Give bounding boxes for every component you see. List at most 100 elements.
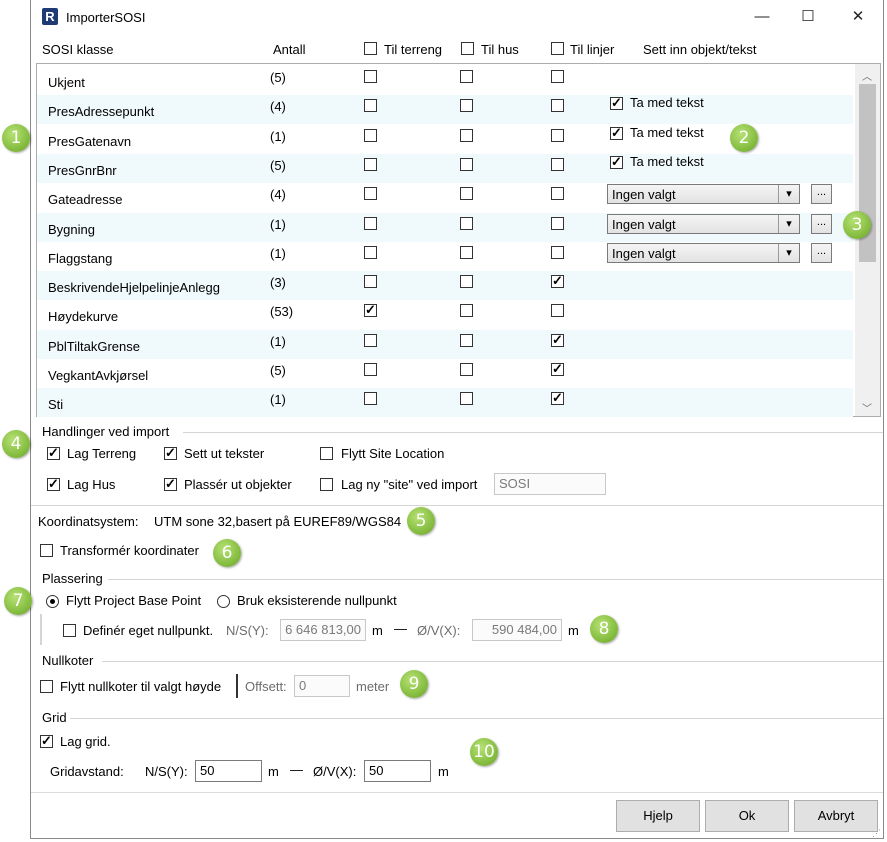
row-til-terreng-checkbox[interactable] — [364, 392, 377, 405]
header-til-terreng-checkbox[interactable] — [364, 42, 377, 55]
row-til-hus-checkbox[interactable] — [460, 187, 473, 200]
header-til-hus: Til hus — [481, 42, 519, 57]
row-til-terreng-checkbox[interactable] — [364, 275, 377, 288]
table-row[interactable] — [37, 359, 853, 388]
chevron-down-icon[interactable]: ▾ — [778, 185, 799, 203]
plassering-ns-input[interactable]: 6 646 813,00 — [280, 619, 366, 641]
row-til-hus-checkbox[interactable] — [460, 246, 473, 259]
offsett-input[interactable]: 0 — [294, 675, 350, 697]
row-til-linjer-checkbox[interactable] — [551, 187, 564, 200]
row-object-combo[interactable]: Ingen valgt ▾ — [607, 184, 800, 204]
row-til-terreng-checkbox[interactable] — [364, 334, 377, 347]
offsett-label: Offsett: — [245, 679, 287, 694]
row-til-linjer-checkbox[interactable] — [551, 246, 564, 259]
avbryt-button[interactable]: Avbryt — [794, 800, 878, 832]
row-til-linjer-checkbox[interactable] — [551, 70, 564, 83]
flytt-pbp-label: Flytt Project Base Point — [66, 593, 202, 608]
row-til-hus-checkbox[interactable] — [460, 217, 473, 230]
header-sett-inn: Sett inn objekt/tekst — [643, 42, 757, 57]
lag-grid-checkbox[interactable] — [40, 733, 53, 749]
row-til-linjer-checkbox[interactable] — [551, 158, 564, 171]
lag-grid-label: Lag grid. — [60, 734, 111, 749]
row-til-hus-checkbox[interactable] — [460, 304, 473, 317]
header-til-linjer-checkbox[interactable] — [551, 42, 564, 55]
table-row[interactable] — [37, 330, 853, 359]
table-row[interactable] — [37, 95, 853, 124]
row-til-terreng-checkbox[interactable] — [364, 246, 377, 259]
row-til-hus-checkbox[interactable] — [460, 275, 473, 288]
row-til-hus-checkbox[interactable] — [460, 70, 473, 83]
hjelp-button[interactable]: Hjelp — [616, 800, 700, 832]
row-count: (1) — [270, 334, 286, 349]
row-til-terreng-checkbox[interactable] — [364, 187, 377, 200]
definer-nullpunkt-checkbox[interactable] — [63, 624, 76, 637]
lag-hus-checkbox[interactable] — [47, 476, 60, 492]
row-ta-med-tekst-checkbox[interactable] — [610, 154, 623, 170]
row-til-hus-checkbox[interactable] — [460, 392, 473, 405]
row-til-linjer-checkbox[interactable] — [551, 217, 564, 230]
row-til-hus-checkbox[interactable] — [460, 158, 473, 171]
row-til-hus-checkbox[interactable] — [460, 129, 473, 142]
row-til-terreng-checkbox[interactable] — [364, 70, 377, 83]
row-til-linjer-checkbox[interactable] — [551, 129, 564, 142]
flytt-pbp-radio[interactable] — [46, 595, 59, 608]
sett-ut-tekster-checkbox[interactable] — [164, 445, 177, 461]
row-til-hus-checkbox[interactable] — [460, 363, 473, 376]
plassering-ow-input[interactable]: 590 484,00 — [472, 619, 562, 641]
row-browse-button[interactable]: ... — [811, 243, 832, 263]
row-til-linjer-checkbox[interactable] — [551, 304, 564, 317]
row-til-terreng-checkbox[interactable] — [364, 99, 377, 112]
row-browse-button[interactable]: ... — [811, 184, 832, 204]
row-object-combo[interactable]: Ingen valgt ▾ — [607, 214, 800, 234]
row-class-name: Ukjent — [48, 75, 85, 90]
row-count: (5) — [270, 70, 286, 85]
ok-button[interactable]: Ok — [705, 800, 789, 832]
grid-ow-input[interactable]: 50 — [364, 760, 431, 782]
row-til-terreng-checkbox[interactable] — [364, 158, 377, 171]
combo-selected-value: Ingen valgt — [612, 187, 676, 202]
flytt-nullkoter-checkbox[interactable] — [40, 680, 53, 693]
scroll-down-icon[interactable]: ﹀ — [862, 400, 872, 415]
row-browse-button[interactable]: ... — [811, 214, 832, 234]
lag-ny-site-checkbox[interactable] — [320, 478, 333, 491]
header-til-hus-checkbox[interactable] — [461, 42, 474, 55]
grid-ns-input[interactable]: 50 — [195, 760, 262, 782]
minimize-button[interactable]: — — [744, 2, 780, 32]
chevron-down-icon[interactable]: ▾ — [778, 215, 799, 233]
row-til-terreng-checkbox[interactable] — [364, 217, 377, 230]
resize-grip-icon[interactable]: ⋰ — [872, 828, 881, 839]
lag-terreng-checkbox[interactable] — [47, 445, 60, 461]
row-object-combo[interactable]: Ingen valgt ▾ — [607, 243, 800, 263]
row-til-linjer-checkbox[interactable] — [551, 99, 564, 112]
scroll-up-icon[interactable]: ︿ — [862, 68, 872, 83]
row-til-terreng-checkbox[interactable] — [364, 302, 377, 318]
chevron-down-icon[interactable]: ▾ — [778, 244, 799, 262]
row-til-hus-checkbox[interactable] — [460, 99, 473, 112]
row-ta-med-tekst-checkbox[interactable] — [610, 125, 623, 141]
koordinatsystem-value: UTM sone 32,basert på EUREF89/WGS84 — [154, 514, 402, 529]
combo-selected-value: Ingen valgt — [612, 217, 676, 232]
row-til-linjer-checkbox[interactable] — [551, 273, 564, 289]
transformer-checkbox[interactable] — [40, 544, 53, 557]
site-name-input[interactable]: SOSI — [494, 473, 606, 495]
header-antall: Antall — [273, 42, 306, 57]
row-til-linjer-checkbox[interactable] — [551, 361, 564, 377]
table-row[interactable] — [37, 388, 853, 417]
bruk-eksisterende-radio[interactable] — [217, 595, 230, 608]
flytt-site-checkbox[interactable] — [320, 447, 333, 460]
plassering-group-title: Plassering — [42, 571, 103, 586]
plasser-objekter-checkbox[interactable] — [164, 476, 177, 492]
row-til-linjer-checkbox[interactable] — [551, 390, 564, 406]
row-class-name: VegkantAvkjørsel — [48, 368, 149, 383]
maximize-button[interactable]: ☐ — [790, 2, 826, 32]
row-ta-med-tekst-checkbox[interactable] — [610, 95, 623, 111]
row-til-hus-checkbox[interactable] — [460, 334, 473, 347]
table-row[interactable] — [37, 66, 853, 95]
close-button[interactable]: ✕ — [840, 2, 876, 32]
row-til-terreng-checkbox[interactable] — [364, 363, 377, 376]
row-til-linjer-checkbox[interactable] — [551, 332, 564, 348]
grid-ow-unit: m — [438, 764, 449, 779]
row-til-terreng-checkbox[interactable] — [364, 129, 377, 142]
table-row[interactable] — [37, 300, 853, 329]
table-row[interactable] — [37, 154, 853, 183]
